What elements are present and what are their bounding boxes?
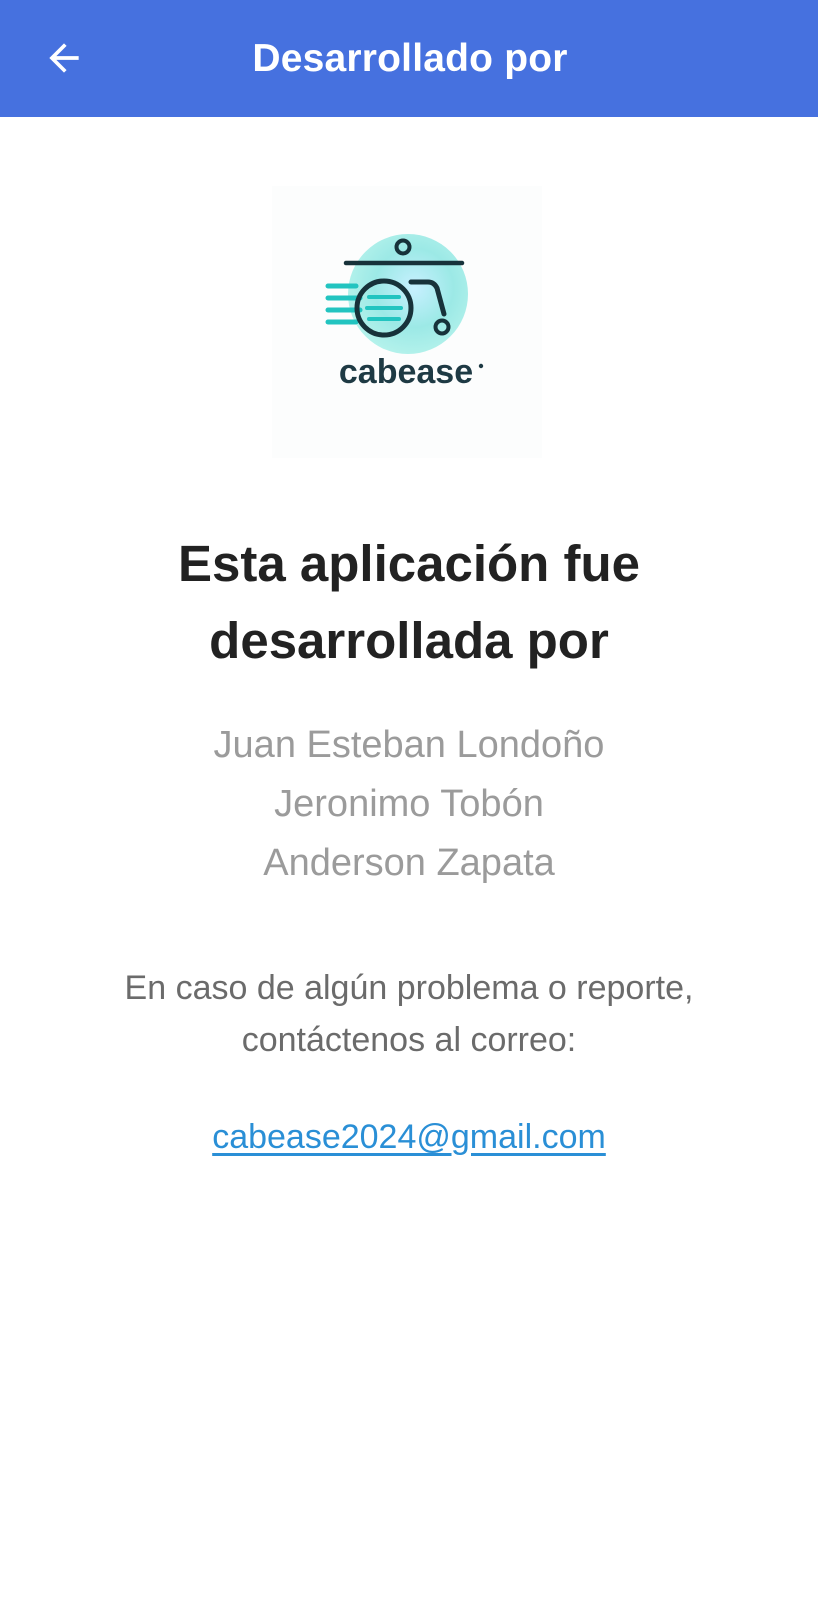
heading-line-2: desarrollada por <box>209 612 609 669</box>
app-logo: cabease <box>272 186 542 458</box>
heading-line-1: Esta aplicación fue <box>178 535 640 592</box>
developer-name: Anderson Zapata <box>263 842 555 884</box>
contact-text: En caso de algún problema o reporte, con… <box>60 962 758 1066</box>
logo-brand-text: cabease <box>339 353 473 391</box>
contact-line-2: contáctenos al correo: <box>241 1021 577 1059</box>
contact-line-1: En caso de algún problema o reporte, <box>124 969 694 1007</box>
page-title: Desarrollado por <box>252 36 568 80</box>
back-button[interactable] <box>30 24 98 92</box>
wheelchair-logo-icon: cabease <box>325 234 484 391</box>
arrow-left-icon <box>49 43 79 73</box>
email-container: cabease2024@gmail.com <box>60 1114 758 1160</box>
app-bar: Desarrollado por <box>0 0 818 117</box>
email-link[interactable]: cabease2024@gmail.com <box>212 1118 606 1156</box>
developer-name: Jeronimo Tobón <box>274 783 544 825</box>
developer-name: Juan Esteban Londoño <box>213 724 605 766</box>
main-heading: Esta aplicación fue desarrollada por <box>60 525 758 679</box>
developer-list: Juan Esteban Londoño Jeronimo Tobón Ande… <box>60 716 758 893</box>
